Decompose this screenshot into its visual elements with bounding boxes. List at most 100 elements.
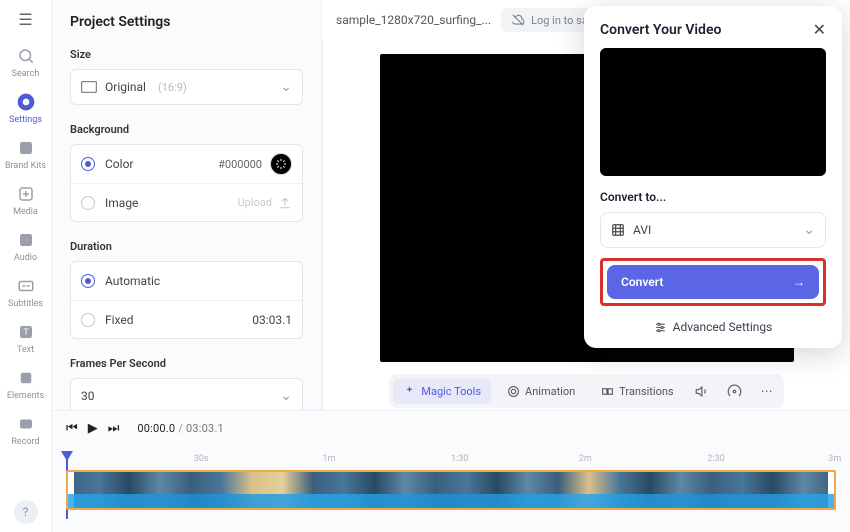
- volume-button[interactable]: [690, 378, 716, 404]
- sidebar-label: Text: [17, 345, 34, 355]
- shapes-icon: [15, 367, 37, 389]
- automatic-label: Automatic: [105, 274, 160, 288]
- music-icon: [15, 229, 37, 251]
- color-value: #000000: [218, 158, 262, 171]
- animation-icon: [507, 385, 520, 398]
- sidebar-label: Subtitles: [8, 299, 43, 309]
- filename[interactable]: sample_1280x720_surfing_...: [336, 13, 491, 27]
- upload-icon: [278, 196, 292, 210]
- ruler-tick: 3m: [828, 454, 841, 464]
- fps-label: Frames Per Second: [70, 357, 303, 370]
- skip-forward-button[interactable]: ⏭: [108, 421, 120, 436]
- gear-icon: [15, 91, 37, 113]
- ruler-tick: 2m: [579, 454, 592, 464]
- sidebar-item-search[interactable]: Search: [2, 39, 50, 83]
- sidebar-item-text[interactable]: T Text: [2, 315, 50, 359]
- size-label: Size: [70, 48, 303, 61]
- chevron-down-icon: ⌄: [803, 222, 815, 238]
- transitions-button[interactable]: Transitions: [591, 379, 683, 404]
- duration-fixed-row[interactable]: Fixed 03:03.1: [71, 300, 302, 338]
- sidebar-label: Brand Kits: [5, 161, 46, 171]
- highlight-annotation: Convert →: [600, 258, 826, 306]
- fixed-value: 03:03.1: [252, 313, 292, 327]
- sidebar-label: Search: [12, 69, 40, 79]
- modal-title: Convert Your Video: [600, 22, 721, 38]
- sidebar-label: Record: [11, 437, 39, 447]
- subtitles-icon: [15, 275, 37, 297]
- search-icon: [15, 45, 37, 67]
- text-icon: T: [15, 321, 37, 343]
- speed-button[interactable]: [722, 378, 748, 404]
- sidebar-item-elements[interactable]: Elements: [2, 361, 50, 405]
- duration-automatic-row[interactable]: Automatic: [71, 262, 302, 300]
- background-label: Background: [70, 123, 303, 136]
- tool-label: Magic Tools: [421, 385, 481, 398]
- sidebar-item-brandkits[interactable]: Brand Kits: [2, 131, 50, 175]
- play-button[interactable]: ▶: [88, 421, 98, 436]
- chevron-down-icon: ⌄: [280, 388, 292, 404]
- skip-back-button[interactable]: ⏮: [66, 421, 78, 436]
- ruler-tick: 2:30: [707, 454, 724, 464]
- upload-label: Upload: [238, 196, 272, 209]
- ruler-tick: 1m: [322, 454, 335, 464]
- sidebar-item-record[interactable]: Record: [2, 407, 50, 451]
- sidebar-item-audio[interactable]: Audio: [2, 223, 50, 267]
- clip-toolbar: Magic Tools Animation Transitions ⋯: [389, 374, 783, 408]
- cloud-off-icon: [511, 13, 525, 27]
- trim-handle-right[interactable]: [828, 472, 834, 508]
- radio-unchecked-icon: [81, 313, 95, 327]
- ruler-tick: 30s: [194, 454, 209, 464]
- aspect-icon: [81, 81, 97, 93]
- format-dropdown[interactable]: AVI ⌄: [600, 212, 826, 248]
- sliders-icon: [654, 321, 667, 334]
- color-swatch[interactable]: [270, 153, 292, 175]
- sidebar: ☰ Search Settings Brand Kits Media Audio…: [0, 0, 52, 532]
- help-button[interactable]: ?: [14, 500, 38, 524]
- record-icon: [15, 413, 37, 435]
- animation-button[interactable]: Animation: [497, 379, 585, 404]
- advanced-label: Advanced Settings: [673, 320, 773, 334]
- fps-dropdown[interactable]: 30 ⌄: [70, 378, 303, 410]
- trim-handle-left[interactable]: [68, 472, 74, 508]
- chevron-down-icon: ⌄: [280, 79, 292, 95]
- menu-icon[interactable]: ☰: [18, 6, 32, 37]
- radio-checked-icon: [81, 157, 95, 171]
- timeline: ⏮ ▶ ⏭ 00:00.0/03:03.1 30s 1m 1:30 2m 2:3…: [52, 410, 850, 532]
- tool-label: Animation: [525, 385, 575, 398]
- sidebar-label: Audio: [14, 253, 37, 263]
- sparkle-icon: [403, 385, 416, 398]
- video-track[interactable]: [66, 470, 836, 510]
- modal-video-preview: [600, 48, 826, 176]
- sidebar-item-subtitles[interactable]: Subtitles: [2, 269, 50, 313]
- transitions-icon: [601, 385, 614, 398]
- playback-controls: ⏮ ▶ ⏭ 00:00.0/03:03.1: [52, 411, 850, 446]
- sidebar-item-settings[interactable]: Settings: [2, 85, 50, 129]
- sidebar-label: Elements: [7, 391, 44, 401]
- ruler-tick: 1:30: [451, 454, 468, 464]
- duration-label: Duration: [70, 240, 303, 253]
- sidebar-label: Settings: [9, 115, 42, 125]
- fixed-label: Fixed: [105, 313, 134, 327]
- sidebar-item-media[interactable]: Media: [2, 177, 50, 221]
- close-icon[interactable]: ✕: [813, 22, 826, 38]
- ruler[interactable]: 30s 1m 1:30 2m 2:30 3m: [66, 446, 836, 464]
- palette-icon: [15, 137, 37, 159]
- fps-value: 30: [81, 389, 95, 403]
- convert-button[interactable]: Convert →: [607, 265, 819, 299]
- advanced-settings-link[interactable]: Advanced Settings: [600, 320, 826, 334]
- tool-label: Transitions: [619, 385, 673, 398]
- background-image-row[interactable]: Image Upload: [71, 183, 302, 221]
- size-dropdown[interactable]: Original (16:9) ⌄: [70, 69, 303, 105]
- image-option-label: Image: [105, 196, 138, 210]
- current-time: 00:00.0: [137, 422, 175, 435]
- duration-time: 03:03.1: [186, 422, 224, 435]
- more-button[interactable]: ⋯: [754, 378, 780, 404]
- radio-unchecked-icon: [81, 196, 95, 210]
- size-value: Original: [105, 80, 146, 94]
- sidebar-label: Media: [13, 207, 38, 217]
- convert-modal: Convert Your Video ✕ Convert to... AVI ⌄…: [584, 6, 842, 348]
- arrow-right-icon: →: [793, 275, 805, 289]
- size-aspect: (16:9): [158, 81, 187, 94]
- background-color-row[interactable]: Color #000000: [71, 145, 302, 183]
- magic-tools-button[interactable]: Magic Tools: [393, 379, 491, 404]
